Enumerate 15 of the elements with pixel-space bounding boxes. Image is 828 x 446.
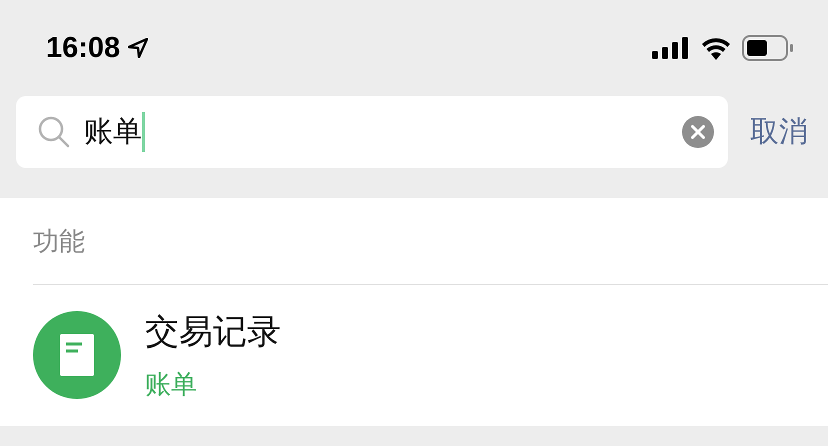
- wifi-icon: [700, 36, 732, 60]
- location-arrow-icon: [128, 38, 148, 58]
- result-title[interactable]: 交易记录: [145, 308, 281, 354]
- signal-icon: [652, 37, 690, 59]
- search-icon: [38, 116, 70, 148]
- search-text: 账单: [84, 113, 142, 150]
- battery-icon: [742, 35, 794, 61]
- cancel-button[interactable]: 取消: [750, 112, 808, 152]
- section-title: 功能: [33, 226, 85, 258]
- result-subtitle: 账单: [145, 368, 198, 402]
- document-icon: [33, 311, 121, 399]
- status-time: 16:08: [46, 32, 120, 64]
- clear-icon[interactable]: [682, 116, 714, 148]
- text-cursor: [142, 112, 145, 152]
- search-field[interactable]: 账单: [16, 96, 728, 168]
